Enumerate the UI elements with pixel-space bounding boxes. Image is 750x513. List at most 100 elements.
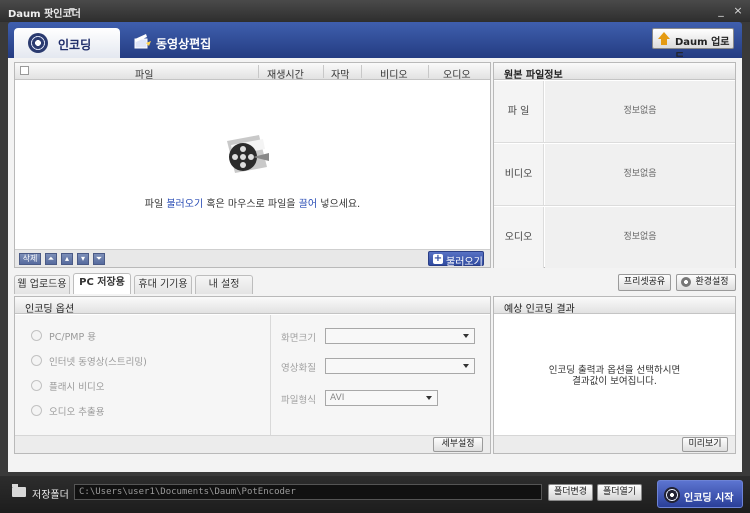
move-top-button[interactable]: ⏶ [45,253,57,265]
video-quality-select[interactable] [325,358,475,374]
expected-result-text: 인코딩 출력과 옵션을 선택하시면 결과값이 보여집니다. [494,365,735,387]
plus-icon: + [433,253,443,264]
encoding-options-footer: 세부설정 [15,435,490,453]
column-divider [258,65,259,78]
radio-pc-pmp[interactable]: PC/PMP 용 [31,329,191,343]
radio-label: 플래시 비디오 [49,382,105,393]
tab-mobile-device[interactable]: 휴대 기기용 [134,275,192,294]
column-subtitle[interactable]: 자막 [331,66,349,81]
source-info-panel: 원본 파일정보 파 일 정보없음 비디오 정보없음 오디오 정보없음 [493,62,736,268]
bottom-bar: 저장폴더 C:\Users\user1\Documents\Daum\PotEn… [0,476,750,513]
chevron-down-icon [426,396,432,400]
drop-hint-drag-word: 끌어 [298,199,318,210]
select-value: AVI [330,393,345,403]
screen-size-label: 화면크기 [281,333,316,344]
info-row-audio: 오디오 정보없음 [494,207,735,269]
start-encoding-button[interactable]: 인코딩 시작 [657,480,743,508]
file-format-select[interactable]: AVI [325,390,438,406]
column-file[interactable]: 파일 [135,66,153,81]
radio-flash-video[interactable]: 플래시 비디오 [31,379,191,393]
delete-button[interactable]: 삭제 [19,253,41,265]
radio-label: PC/PMP 용 [49,332,96,343]
radio-label: 인터넷 동영상(스트리밍) [49,357,147,368]
radio-streaming[interactable]: 인터넷 동영상(스트리밍) [31,354,191,368]
close-button[interactable]: × [731,4,745,18]
title-bar: Daum 팟인코더 _ × [0,0,750,22]
main-content: 파일 재생시간 자막 비디오 오디오 파일 불러오기 혹은 마우스로 파일을 끌… [8,58,742,472]
radio-label: 오디오 추출용 [49,407,105,418]
load-files-label: 불러오기 [446,257,483,268]
video-quality-label: 영상화질 [281,363,316,374]
title-menu-caret-icon[interactable] [69,8,75,12]
load-files-button[interactable]: + 불러오기 [428,251,484,268]
film-reel-icon [664,487,680,503]
expected-result-line1: 인코딩 출력과 옵션을 선택하시면 [548,365,681,376]
move-bottom-button[interactable]: ⏷ [93,253,105,265]
column-video[interactable]: 비디오 [380,66,408,81]
change-folder-button[interactable]: 폴더변경 [548,484,593,501]
upload-arrow-icon [658,32,670,39]
gear-icon [681,277,691,287]
info-key: 비디오 [494,144,544,205]
tab-encoding[interactable]: 인코딩 [14,28,120,58]
expected-result-footer: 미리보기 [494,435,735,453]
info-value: 정보없음 [545,81,735,142]
encoding-options-panel: 인코딩 옵션 PC/PMP 용 인터넷 동영상(스트리밍) 플래시 비디오 오디… [14,296,491,454]
file-list-header: 파일 재생시간 자막 비디오 오디오 [15,63,490,81]
env-settings-button[interactable]: 환경설정 [676,274,736,291]
options-divider [270,315,271,435]
drop-hint-load-link[interactable]: 불러오기 [166,199,203,210]
file-format-label: 파일형식 [281,395,316,406]
select-all-checkbox[interactable] [20,66,29,75]
file-list-panel[interactable]: 파일 재생시간 자막 비디오 오디오 파일 불러오기 혹은 마우스로 파일을 끌… [14,62,491,268]
drop-hint-part: 혹은 마우스로 파일을 [203,199,299,210]
radio-circle [31,405,42,416]
column-audio[interactable]: 오디오 [443,66,471,81]
app-window: Daum 팟인코더 _ × 인코딩 동영상편집 Daum 업로드 [0,0,750,513]
tab-video-edit[interactable]: 동영상편집 [126,28,236,56]
preset-share-button[interactable]: 프리셋공유 [618,274,671,291]
expected-result-line2: 결과값이 보여집니다. [572,376,657,387]
column-duration[interactable]: 재생시간 [267,66,304,81]
chevron-down-icon [463,334,469,338]
move-up-button[interactable]: ▴ [61,253,73,265]
drop-hint-part: 파일 [144,199,167,210]
screen-size-select[interactable] [325,328,475,344]
tab-pc-storage[interactable]: PC 저장용 [73,273,131,294]
clapper-magic-icon [134,34,151,49]
save-folder-label: 저장폴더 [32,490,69,501]
top-tab-bar: 인코딩 동영상편집 Daum 업로드 [8,22,742,63]
column-divider [323,65,324,78]
file-list-toolbar: 삭제 ⏶ ▴ ▾ ⏷ + 불러오기 [15,249,490,268]
detail-settings-button[interactable]: 세부설정 [433,437,483,452]
encoding-options-title: 인코딩 옵션 [15,297,490,315]
info-row-file: 파 일 정보없음 [494,81,735,143]
tab-my-settings[interactable]: 내 설정 [195,275,253,294]
info-row-video: 비디오 정보없음 [494,144,735,206]
drop-hint-part: 넣으세요. [317,199,361,210]
minimize-button[interactable]: _ [714,4,728,18]
film-reel-large-icon [227,135,269,173]
source-info-title: 원본 파일정보 [494,63,735,81]
start-encoding-label: 인코딩 시작 [684,493,734,504]
tab-video-edit-label: 동영상편집 [156,37,212,51]
expected-result-title: 예상 인코딩 결과 [494,297,735,315]
radio-circle [31,380,42,391]
info-value: 정보없음 [545,207,735,268]
expected-result-panel: 예상 인코딩 결과 인코딩 출력과 옵션을 선택하시면 결과값이 보여집니다. … [493,296,736,454]
info-key: 오디오 [494,207,544,268]
save-path-field[interactable]: C:\Users\user1\Documents\Daum\PotEncoder [74,484,542,500]
env-settings-label: 환경설정 [695,277,729,287]
preview-button[interactable]: 미리보기 [682,437,728,452]
radio-circle [31,330,42,341]
radio-audio-extract[interactable]: 오디오 추출용 [31,404,191,418]
preset-tab-bar: 웹 업로드용 PC 저장용 휴대 기기용 내 설정 [14,272,494,294]
radio-circle [31,355,42,366]
tab-web-upload[interactable]: 웹 업로드용 [14,275,70,294]
daum-upload-button[interactable]: Daum 업로드 [652,28,734,63]
open-folder-button[interactable]: 폴더열기 [597,484,642,501]
move-down-button[interactable]: ▾ [77,253,89,265]
folder-icon [12,484,26,497]
column-divider [428,65,429,78]
tab-encoding-label: 인코딩 [58,38,92,52]
